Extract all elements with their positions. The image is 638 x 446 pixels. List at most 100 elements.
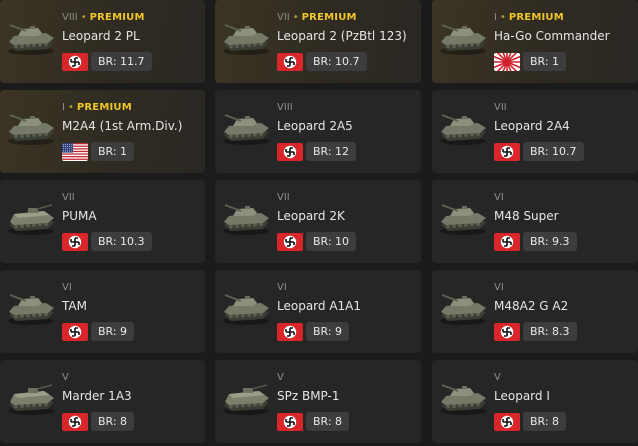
vehicle-rank: V (277, 372, 284, 383)
vehicle-name: M48A2 G A2 (494, 299, 569, 313)
vehicle-name: TAM (62, 299, 87, 313)
germany-flag-icon (62, 413, 88, 431)
vehicle-card[interactable]: VII Leopard 2A4 BR: 10.7 (432, 90, 638, 173)
ifv-icon (4, 198, 58, 238)
rank-row: VI (62, 282, 72, 294)
germany-flag-icon (62, 233, 88, 251)
tank-icon (4, 288, 58, 328)
vehicle-card[interactable]: V SPz BMP-1 BR: 8 (215, 360, 421, 443)
rank-row: I • PREMIUM (494, 12, 564, 24)
tank-icon (4, 108, 58, 148)
germany-flag-icon (494, 143, 520, 161)
vehicle-rank: VII (277, 12, 290, 23)
vehicle-grid: VIII • PREMIUM Leopard 2 PL BR: 11.7 VII • PREM… (0, 0, 638, 446)
rank-row: VIII (277, 102, 293, 114)
vehicle-name: PUMA (62, 209, 97, 223)
vehicle-card[interactable]: VIII • PREMIUM Leopard 2 PL BR: 11.7 (0, 0, 205, 83)
battle-rating-badge: BR: 8 (306, 412, 350, 431)
tank-icon (219, 18, 273, 58)
separator-dot-icon: • (499, 12, 506, 23)
rank-row: V (277, 372, 284, 384)
vehicle-name: Marder 1A3 (62, 389, 132, 403)
vehicle-name: Ha-Go Commander (494, 29, 610, 43)
vehicle-rank: V (62, 372, 69, 383)
vehicle-name: Leopard 2 PL (62, 29, 140, 43)
separator-dot-icon: • (67, 102, 74, 113)
germany-flag-icon (62, 323, 88, 341)
premium-badge: PREMIUM (89, 12, 145, 23)
vehicle-rank: VIII (62, 12, 78, 23)
tank-icon (219, 288, 273, 328)
vehicle-rank: VII (62, 192, 75, 203)
tank-icon (436, 288, 490, 328)
rank-row: VI (494, 282, 504, 294)
vehicle-name: Leopard 2A4 (494, 119, 570, 133)
tank-icon (219, 108, 273, 148)
battle-rating-badge: BR: 9 (306, 322, 350, 341)
germany-flag-icon (494, 323, 520, 341)
rank-row: V (494, 372, 501, 384)
germany-flag-icon (277, 143, 303, 161)
vehicle-rank: VIII (277, 102, 293, 113)
vehicle-rank: VII (494, 102, 507, 113)
vehicle-rank: VI (277, 282, 287, 293)
vehicle-rank: VII (277, 192, 290, 203)
rank-row: I • PREMIUM (62, 102, 132, 114)
vehicle-rank: I (494, 12, 497, 23)
vehicle-card[interactable]: VIII Leopard 2A5 BR: 12 (215, 90, 421, 173)
vehicle-name: Leopard 2 (PzBtl 123) (277, 29, 407, 43)
battle-rating-badge: BR: 10 (306, 232, 357, 251)
battle-rating-badge: BR: 8 (91, 412, 135, 431)
battle-rating-badge: BR: 9 (91, 322, 135, 341)
tank-icon (436, 108, 490, 148)
tank-icon (436, 198, 490, 238)
premium-badge: PREMIUM (76, 102, 132, 113)
germany-flag-icon (277, 413, 303, 431)
vehicle-card[interactable]: V Leopard I BR: 8 (432, 360, 638, 443)
vehicle-card[interactable]: VI M48 Super BR: 9.3 (432, 180, 638, 263)
tank-icon (4, 18, 58, 58)
rank-row: VI (494, 192, 504, 204)
rank-row: V (62, 372, 69, 384)
vehicle-rank: V (494, 372, 501, 383)
vehicle-rank: VI (494, 192, 504, 203)
germany-flag-icon (277, 323, 303, 341)
vehicle-card[interactable]: VI TAM BR: 9 (0, 270, 205, 353)
germany-flag-icon (277, 233, 303, 251)
rank-row: VII (277, 192, 290, 204)
battle-rating-badge: BR: 10.7 (306, 52, 367, 71)
vehicle-card[interactable]: VII PUMA BR: 10.3 (0, 180, 205, 263)
vehicle-card[interactable]: VII • PREMIUM Leopard 2 (PzBtl 123) BR: 10.7 (215, 0, 421, 83)
vehicle-card[interactable]: I • PREMIUM M2A4 (1st Arm.Div.) BR: 1 (0, 90, 205, 173)
separator-dot-icon: • (292, 12, 299, 23)
vehicle-rank: I (62, 102, 65, 113)
vehicle-name: Leopard 2A5 (277, 119, 353, 133)
ifv-icon (4, 378, 58, 418)
vehicle-name: Leopard I (494, 389, 550, 403)
vehicle-card[interactable]: VI M48A2 G A2 BR: 8.3 (432, 270, 638, 353)
rank-row: VII • PREMIUM (277, 12, 357, 24)
battle-rating-badge: BR: 1 (91, 142, 135, 161)
vehicle-card[interactable]: V Marder 1A3 BR: 8 (0, 360, 205, 443)
vehicle-card[interactable]: VI Leopard A1A1 BR: 9 (215, 270, 421, 353)
battle-rating-badge: BR: 1 (523, 52, 567, 71)
germany-flag-icon (62, 53, 88, 71)
vehicle-card[interactable]: I • PREMIUM Ha-Go Commander BR: 1 (432, 0, 638, 83)
japan-flag-icon (494, 53, 520, 71)
germany-flag-icon (494, 233, 520, 251)
vehicle-card[interactable]: VII Leopard 2K BR: 10 (215, 180, 421, 263)
battle-rating-badge: BR: 8 (523, 412, 567, 431)
rank-row: VII (62, 192, 75, 204)
battle-rating-badge: BR: 10.3 (91, 232, 152, 251)
battle-rating-badge: BR: 10.7 (523, 142, 584, 161)
germany-flag-icon (277, 53, 303, 71)
battle-rating-badge: BR: 9.3 (523, 232, 577, 251)
vehicle-name: M2A4 (1st Arm.Div.) (62, 119, 183, 133)
vehicle-name: SPz BMP-1 (277, 389, 340, 403)
germany-flag-icon (494, 413, 520, 431)
battle-rating-badge: BR: 12 (306, 142, 357, 161)
tank-icon (436, 378, 490, 418)
battle-rating-badge: BR: 11.7 (91, 52, 152, 71)
vehicle-rank: VI (62, 282, 72, 293)
tank-icon (219, 198, 273, 238)
